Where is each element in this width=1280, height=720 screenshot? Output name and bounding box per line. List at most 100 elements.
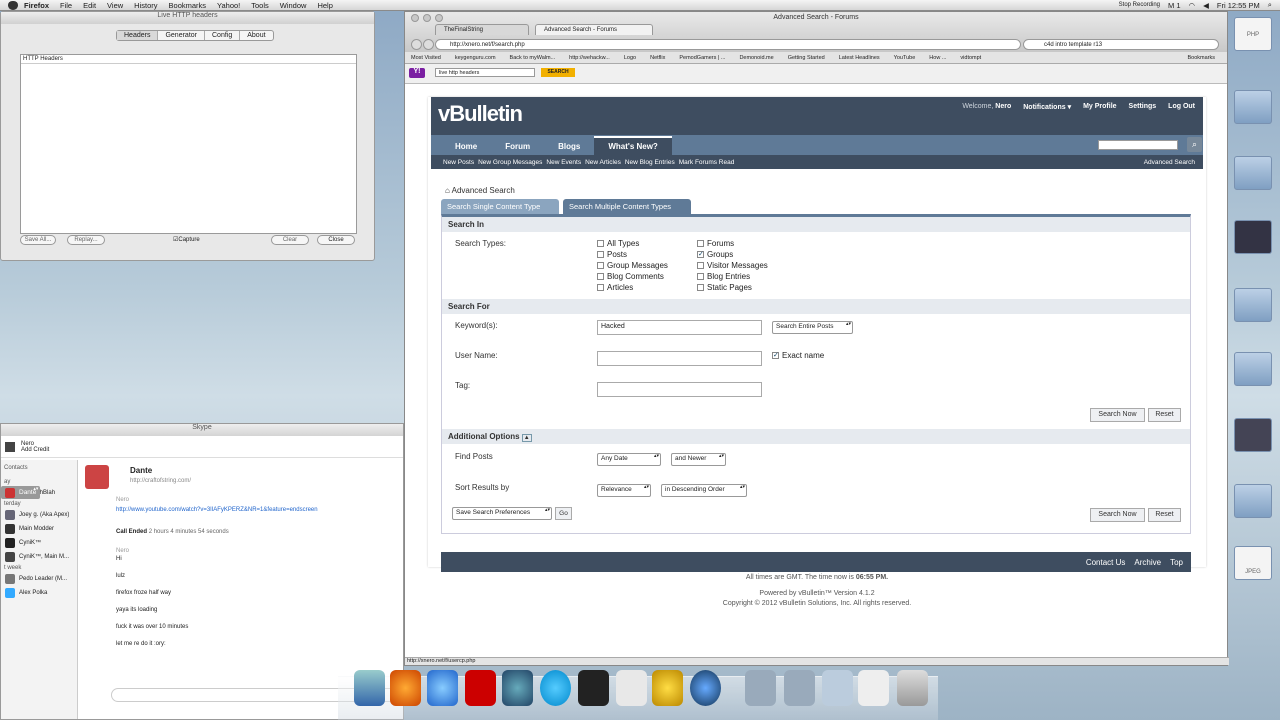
save-all-button[interactable]: Save All... <box>20 235 56 245</box>
tab-headers[interactable]: Headers <box>117 31 159 40</box>
bookmark[interactable]: Logo <box>624 55 636 61</box>
my-profile-link[interactable]: My Profile <box>1083 103 1116 111</box>
checkbox-articles[interactable]: Articles <box>597 283 633 292</box>
menu-help[interactable]: Help <box>317 1 332 10</box>
nav-whats-new[interactable]: What's New? <box>594 136 672 155</box>
folder-icon[interactable] <box>1234 352 1272 386</box>
home-icon[interactable]: ⌂ <box>445 186 450 195</box>
contact-item[interactable]: Pedo Leader (M... <box>1 572 77 586</box>
folder-icon[interactable] <box>1234 288 1272 322</box>
subnav-new-group-messages[interactable]: New Group Messages <box>478 159 542 166</box>
forward-button[interactable] <box>423 39 434 50</box>
add-credit-link[interactable]: Add Credit <box>21 447 49 453</box>
contact-item[interactable]: Alex Polka <box>1 586 77 600</box>
textedit-icon[interactable] <box>616 670 647 706</box>
menu-file[interactable]: File <box>60 1 72 10</box>
date-select[interactable]: Any Date <box>597 453 661 466</box>
bookmark[interactable]: keygenguru.com <box>455 55 496 61</box>
subnav-new-blog-entries[interactable]: New Blog Entries <box>625 159 675 166</box>
reset-button-2[interactable]: Reset <box>1148 508 1181 522</box>
message-link[interactable]: http://www.youtube.com/watch?v=3lIAFyKPE… <box>116 507 318 513</box>
newer-select[interactable]: and Newer <box>671 453 726 466</box>
contacts-heading[interactable]: Contacts <box>1 460 77 478</box>
subnav-mark-forums-read[interactable]: Mark Forums Read <box>679 159 735 166</box>
tab-single-content[interactable]: Search Single Content Type <box>441 199 559 214</box>
bookmark[interactable]: How ... <box>929 55 946 61</box>
tab-config[interactable]: Config <box>205 31 241 40</box>
bookmark[interactable]: Latest Headlines <box>839 55 880 61</box>
folder-icon[interactable] <box>1234 156 1272 190</box>
checkbox-group-messages[interactable]: Group Messages <box>597 261 668 270</box>
php-file-icon[interactable]: PHP <box>1234 17 1272 51</box>
subnav-new-articles[interactable]: New Articles <box>585 159 621 166</box>
contact-item[interactable]: Dante <box>1 486 41 499</box>
yahoo-search-button[interactable]: SEARCH <box>541 68 575 77</box>
top-link[interactable]: Top <box>1170 558 1183 567</box>
contact-us-link[interactable]: Contact Us <box>1086 558 1126 567</box>
subnav-new-posts[interactable]: New Posts <box>443 159 474 166</box>
bookmark[interactable]: YouTube <box>894 55 916 61</box>
checkbox-forums[interactable]: Forums <box>697 239 734 248</box>
browser-tab[interactable]: TheFinalString <box>435 24 529 35</box>
subnav-new-events[interactable]: New Events <box>546 159 581 166</box>
trash-icon[interactable] <box>897 670 928 706</box>
tab-about[interactable]: About <box>240 31 272 40</box>
bookmark[interactable]: Back to myWalm... <box>510 55 556 61</box>
logout-link[interactable]: Log Out <box>1168 103 1195 111</box>
notifications-menu[interactable]: Notifications ▾ <box>1023 103 1071 111</box>
archive-link[interactable]: Archive <box>1134 558 1161 567</box>
collapse-icon[interactable]: ▲ <box>521 434 532 442</box>
firefox-icon[interactable] <box>390 670 421 706</box>
search-now-button[interactable]: Search Now <box>1090 408 1145 422</box>
exact-name-checkbox[interactable]: ✓ Exact name <box>772 351 824 360</box>
activity-monitor-icon[interactable] <box>578 670 609 706</box>
applications-folder-icon[interactable] <box>745 670 776 706</box>
image-file-icon[interactable] <box>1234 418 1272 452</box>
quick-search-input[interactable] <box>1098 140 1178 150</box>
bookmark[interactable]: PemodGamers | ... <box>679 55 725 61</box>
url-bar[interactable]: http://xnero.net/f/search.php <box>435 39 1021 50</box>
menu-history[interactable]: History <box>134 1 157 10</box>
apple-icon[interactable] <box>8 0 18 10</box>
network-icon[interactable] <box>502 670 533 706</box>
bookmark[interactable]: Demonoid.me <box>739 55 773 61</box>
username-link[interactable]: Nero <box>995 103 1011 110</box>
reset-button[interactable]: Reset <box>1148 408 1181 422</box>
menu-app[interactable]: Firefox <box>24 1 49 10</box>
tab-generator[interactable]: Generator <box>158 31 205 40</box>
clear-button[interactable]: Clear <box>271 235 309 245</box>
itunes-icon[interactable] <box>427 670 458 706</box>
wifi-icon[interactable]: ◠ <box>1189 1 1196 10</box>
filezilla-icon[interactable] <box>465 670 496 706</box>
tag-input[interactable] <box>597 382 762 397</box>
go-button[interactable]: Go <box>555 507 572 520</box>
keywords-mode-select[interactable]: Search Entire Posts <box>772 321 853 334</box>
bookmark[interactable]: vidtompt <box>960 55 981 61</box>
vbulletin-logo[interactable]: vBulletin <box>438 101 523 127</box>
bookmark[interactable]: Most Visited <box>411 55 441 61</box>
subnav-advanced-search[interactable]: Advanced Search <box>1144 159 1203 166</box>
save-preferences-select[interactable]: Save Search Preferences <box>452 507 552 520</box>
menu-edit[interactable]: Edit <box>83 1 96 10</box>
search-icon[interactable]: ⌕ <box>1187 137 1202 152</box>
status-m1[interactable]: M 1 <box>1168 1 1181 10</box>
bookmark[interactable]: http://wehackw... <box>569 55 610 61</box>
headers-list[interactable]: HTTP Headers <box>20 54 357 234</box>
contact-item[interactable]: CyniK™, Main M... <box>1 550 77 564</box>
menu-bookmarks[interactable]: Bookmarks <box>169 1 207 10</box>
back-button[interactable] <box>411 39 422 50</box>
checkbox-visitor-messages[interactable]: Visitor Messages <box>697 261 768 270</box>
browser-tab-active[interactable]: Advanced Search - Forums <box>535 24 653 35</box>
yahoo-search-input[interactable]: live http headers <box>435 68 535 77</box>
jpeg-file-icon[interactable]: JPEG <box>1234 546 1272 580</box>
keywords-input[interactable]: Hacked <box>597 320 762 335</box>
username-input[interactable] <box>597 351 762 366</box>
menu-window[interactable]: Window <box>280 1 307 10</box>
capture-checkbox[interactable]: ☑Capture <box>173 236 200 243</box>
sort-select[interactable]: Relevance <box>597 484 651 497</box>
search-bar[interactable]: c4d intro template r13 <box>1023 39 1219 50</box>
checkbox-static-pages[interactable]: Static Pages <box>697 283 752 292</box>
contact-item[interactable]: Joey g. (Aka Apex) <box>1 508 77 522</box>
checkbox-posts[interactable]: Posts <box>597 250 627 259</box>
tab-multiple-content[interactable]: Search Multiple Content Types <box>563 199 691 214</box>
